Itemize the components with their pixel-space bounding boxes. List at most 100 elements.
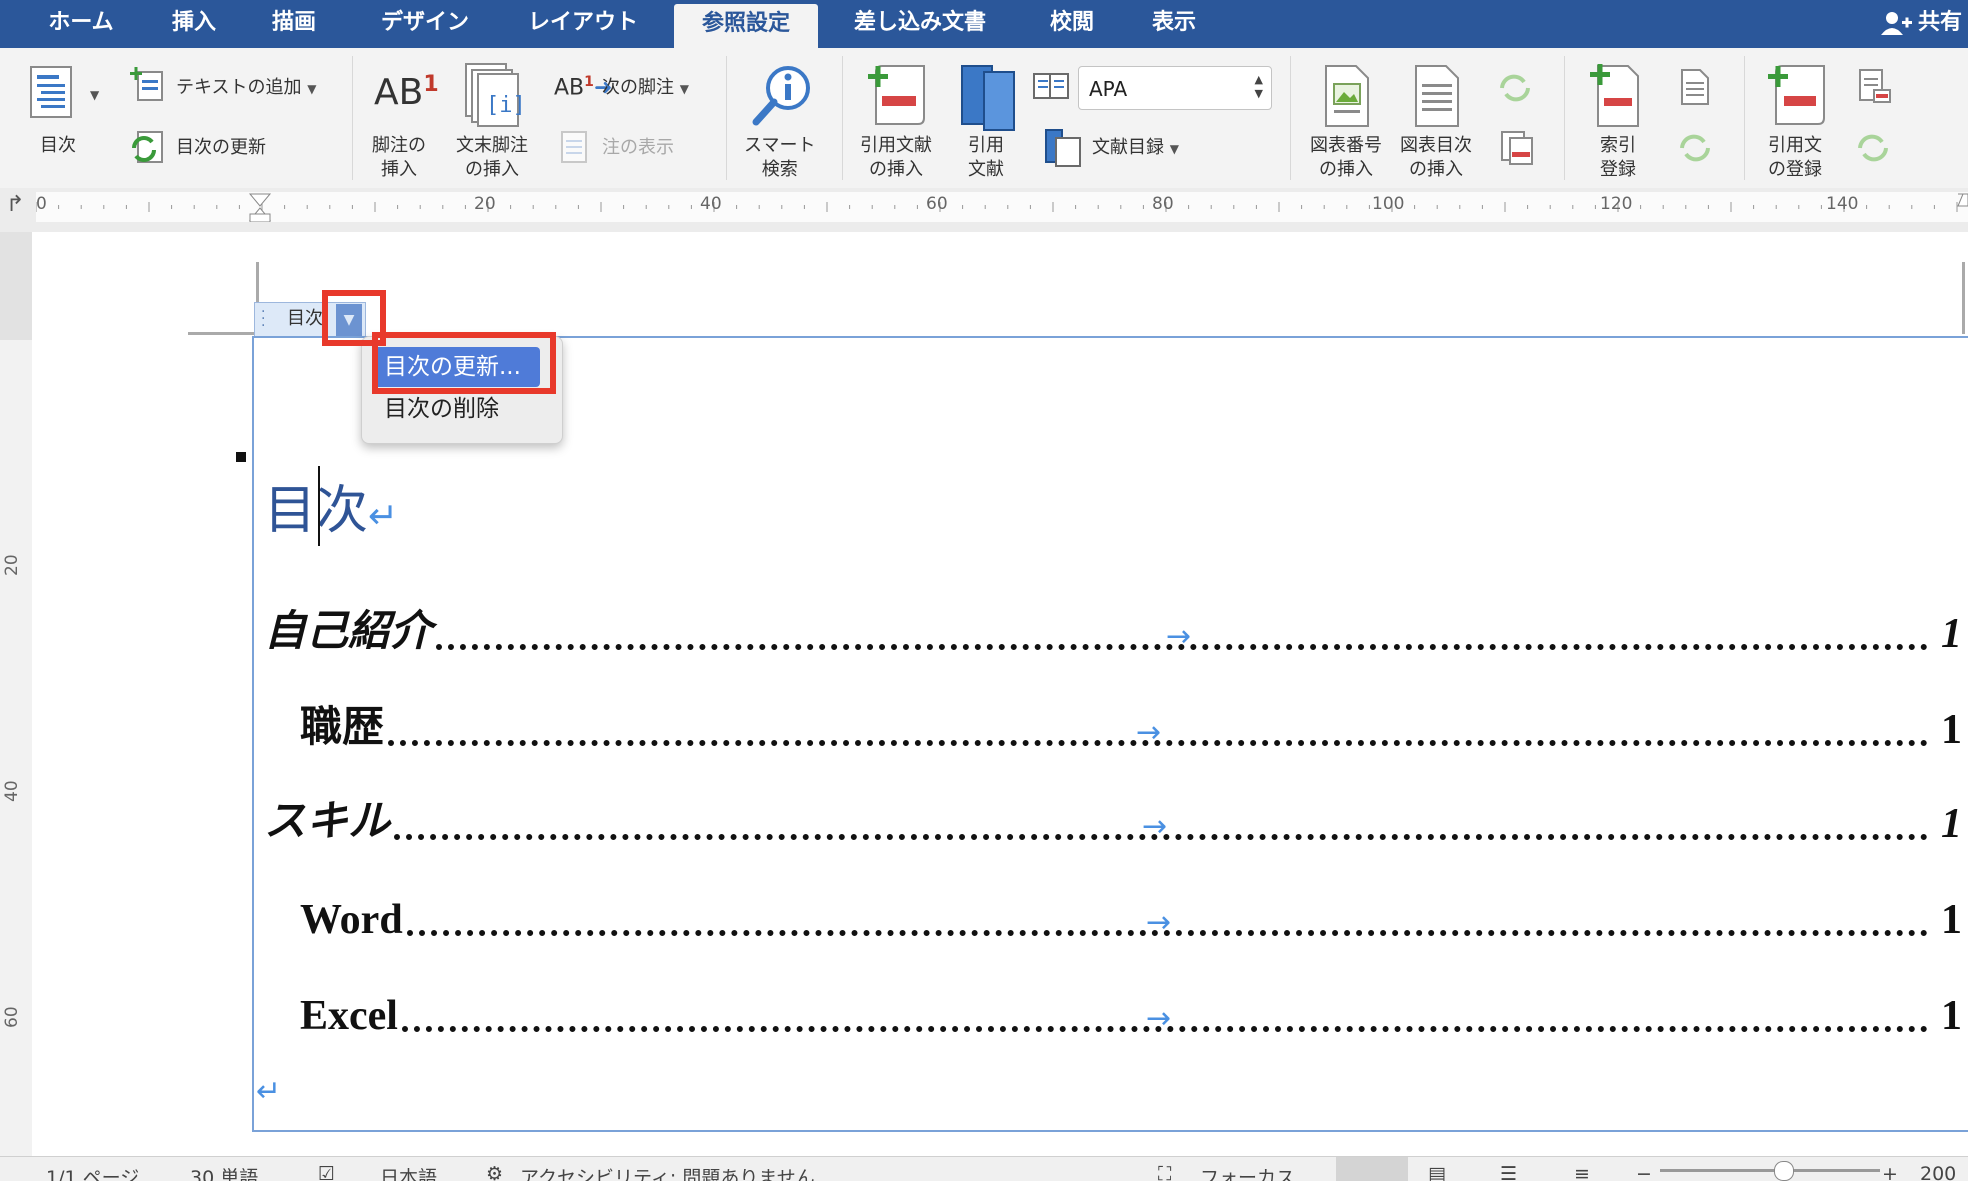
tab-references[interactable]: 参照設定 <box>674 4 818 48</box>
print-layout-button[interactable] <box>1336 1157 1408 1181</box>
next-footnote-button[interactable]: 次の脚注 ▼ <box>602 76 689 101</box>
toc-entry[interactable]: 職歴 → 1 <box>300 702 1962 754</box>
endnote-label-line2: の挿入 <box>465 159 519 180</box>
ruler-number: 120 <box>1600 194 1633 214</box>
toc-entry[interactable]: 自己紹介 → 1 <box>264 606 1962 658</box>
update-toc-icon[interactable] <box>130 130 164 164</box>
menu-item-update-toc[interactable]: 目次の更新... <box>374 347 540 387</box>
horizontal-ruler[interactable]: ↱ 0 20 40 60 80 100 120 140 <box>0 188 1968 233</box>
endnote-glyph: [i] <box>486 93 524 118</box>
margin-guide <box>1962 262 1965 334</box>
ruler-number: 0 <box>36 194 47 214</box>
toc-dropdown-caret[interactable]: ▼ <box>90 88 99 102</box>
citations-line2: 文献 <box>968 159 1004 180</box>
zoom-level[interactable]: 200 <box>1920 1163 1956 1181</box>
citation-style-select[interactable]: APA ▲ ▼ <box>1078 66 1272 110</box>
toc-heading[interactable]: 目次↵ <box>264 468 398 543</box>
citations-button[interactable]: 引用 文献 <box>968 134 1004 182</box>
insert-table-of-figures-button[interactable]: 図表目次 の挿入 <box>1400 134 1472 182</box>
page-count[interactable]: 1/1 ページ <box>46 1163 139 1181</box>
tab-mark: → <box>1136 715 1162 750</box>
ruler-number: 80 <box>1152 194 1174 214</box>
table-of-contents-icon[interactable] <box>30 66 72 118</box>
insert-index-icon[interactable] <box>1680 68 1710 106</box>
update-toc-button[interactable]: 目次の更新 <box>176 136 266 160</box>
proofing-icon[interactable]: ☑ <box>318 1163 335 1181</box>
ruler-number: 40 <box>700 194 722 214</box>
share-button[interactable]: 共有 <box>1880 0 1968 48</box>
insert-table-of-figures-icon[interactable] <box>1414 64 1460 128</box>
mark-citation-line2: の登録 <box>1768 159 1822 180</box>
stepper-arrows-icon: ▲ ▼ <box>1254 73 1263 100</box>
citations-books-icon[interactable] <box>958 62 1020 132</box>
next-footnote-ab: AB <box>554 75 585 101</box>
mark-entry-button[interactable]: 索引 登録 <box>1600 134 1636 182</box>
zoom-out-icon[interactable]: − <box>1636 1163 1652 1181</box>
zoom-slider-thumb[interactable] <box>1774 1161 1794 1181</box>
vertical-ruler-number: 60 <box>2 1006 22 1028</box>
tab-design[interactable]: デザイン <box>360 0 490 48</box>
insert-table-of-authorities-icon[interactable] <box>1858 68 1892 106</box>
smart-lookup-icon[interactable] <box>750 64 814 128</box>
mark-citation-icon[interactable] <box>1766 62 1828 128</box>
outline-icon[interactable]: ☰ <box>1500 1163 1517 1181</box>
insert-caption-button[interactable]: 図表番号 の挿入 <box>1310 134 1382 182</box>
draft-icon[interactable]: ≡ <box>1574 1163 1590 1181</box>
ribbon-separator <box>352 56 353 180</box>
vertical-ruler[interactable]: 20 40 60 <box>0 232 33 1156</box>
insert-citation-button[interactable]: 引用文献 の挿入 <box>860 134 932 182</box>
add-text-icon[interactable] <box>130 66 164 102</box>
accessibility-status[interactable]: アクセシビリティ: 問題ありません <box>520 1163 815 1181</box>
focus-button[interactable]: フォーカス <box>1200 1163 1295 1181</box>
text-cursor <box>318 466 320 546</box>
endnote-icon[interactable]: [i] <box>464 62 524 128</box>
insert-footnote-button[interactable]: 脚注の 挿入 <box>372 134 426 182</box>
endnote-label-line1: 文末脚注 <box>456 135 528 156</box>
content-control-dropdown-button[interactable]: ▼ <box>336 304 362 336</box>
insert-citation-icon[interactable] <box>866 62 930 130</box>
tab-review[interactable]: 校閲 <box>1026 0 1118 48</box>
mark-citation-button[interactable]: 引用文 の登録 <box>1768 134 1822 182</box>
ruler-strip: 0 20 40 60 80 100 120 140 <box>36 192 1968 222</box>
anchor-marker <box>236 452 246 462</box>
tab-layout[interactable]: レイアウト <box>506 0 660 48</box>
tab-home[interactable]: ホーム <box>22 0 140 48</box>
insert-caption-icon[interactable] <box>1324 64 1370 128</box>
language-indicator[interactable]: 日本語 <box>380 1163 437 1181</box>
tab-selector-icon[interactable]: ↱ <box>6 192 24 217</box>
add-text-button[interactable]: テキストの追加 ▼ <box>176 76 316 101</box>
tab-insert[interactable]: 挿入 <box>152 0 236 48</box>
toc-entry[interactable]: Word → 1 <box>300 892 1962 944</box>
mark-entry-icon[interactable] <box>1588 62 1640 128</box>
next-footnote-sup: 1 <box>584 74 594 90</box>
zoom-slider[interactable] <box>1660 1169 1880 1172</box>
update-index-icon <box>1680 134 1710 162</box>
tab-mailings[interactable]: 差し込み文書 <box>836 0 1004 48</box>
next-footnote-label: 次の脚注 <box>602 77 674 98</box>
menu-item-delete-toc[interactable]: 目次の削除 <box>374 389 540 429</box>
footnote-label-line1: 脚注の <box>372 135 426 156</box>
toc-entry[interactable]: Excel → 1 <box>300 988 1962 1040</box>
next-footnote-caret: ▼ <box>679 82 689 96</box>
cross-reference-icon[interactable] <box>1500 130 1534 166</box>
zoom-in-icon[interactable]: + <box>1882 1163 1898 1181</box>
insert-citation-line1: 引用文献 <box>860 135 932 156</box>
focus-icon[interactable]: ⛶ <box>1158 1163 1171 1181</box>
tab-view[interactable]: 表示 <box>1128 0 1220 48</box>
insert-endnote-button[interactable]: 文末脚注 の挿入 <box>456 134 528 182</box>
ruler-ticks <box>36 193 1968 222</box>
footnote-icon[interactable]: AB1 <box>374 72 439 113</box>
smart-lookup-button[interactable]: スマート 検索 <box>744 134 815 182</box>
manage-sources-icon[interactable] <box>1032 70 1070 102</box>
tab-draw[interactable]: 描画 <box>252 0 336 48</box>
toc-entry[interactable]: スキル → 1 <box>264 796 1962 848</box>
drag-handle-icon[interactable]: · · · <box>261 305 265 333</box>
web-layout-icon[interactable]: ▤ <box>1428 1163 1446 1181</box>
add-person-icon <box>1880 12 1912 35</box>
toc-button-label[interactable]: 目次 <box>40 134 76 158</box>
ruler-number: 100 <box>1372 194 1405 214</box>
insert-caption-line2: の挿入 <box>1319 159 1373 180</box>
bibliography-button[interactable]: 文献目録 ▼ <box>1092 136 1179 161</box>
bibliography-icon[interactable] <box>1044 128 1082 168</box>
word-count[interactable]: 30 単語 <box>190 1163 258 1181</box>
